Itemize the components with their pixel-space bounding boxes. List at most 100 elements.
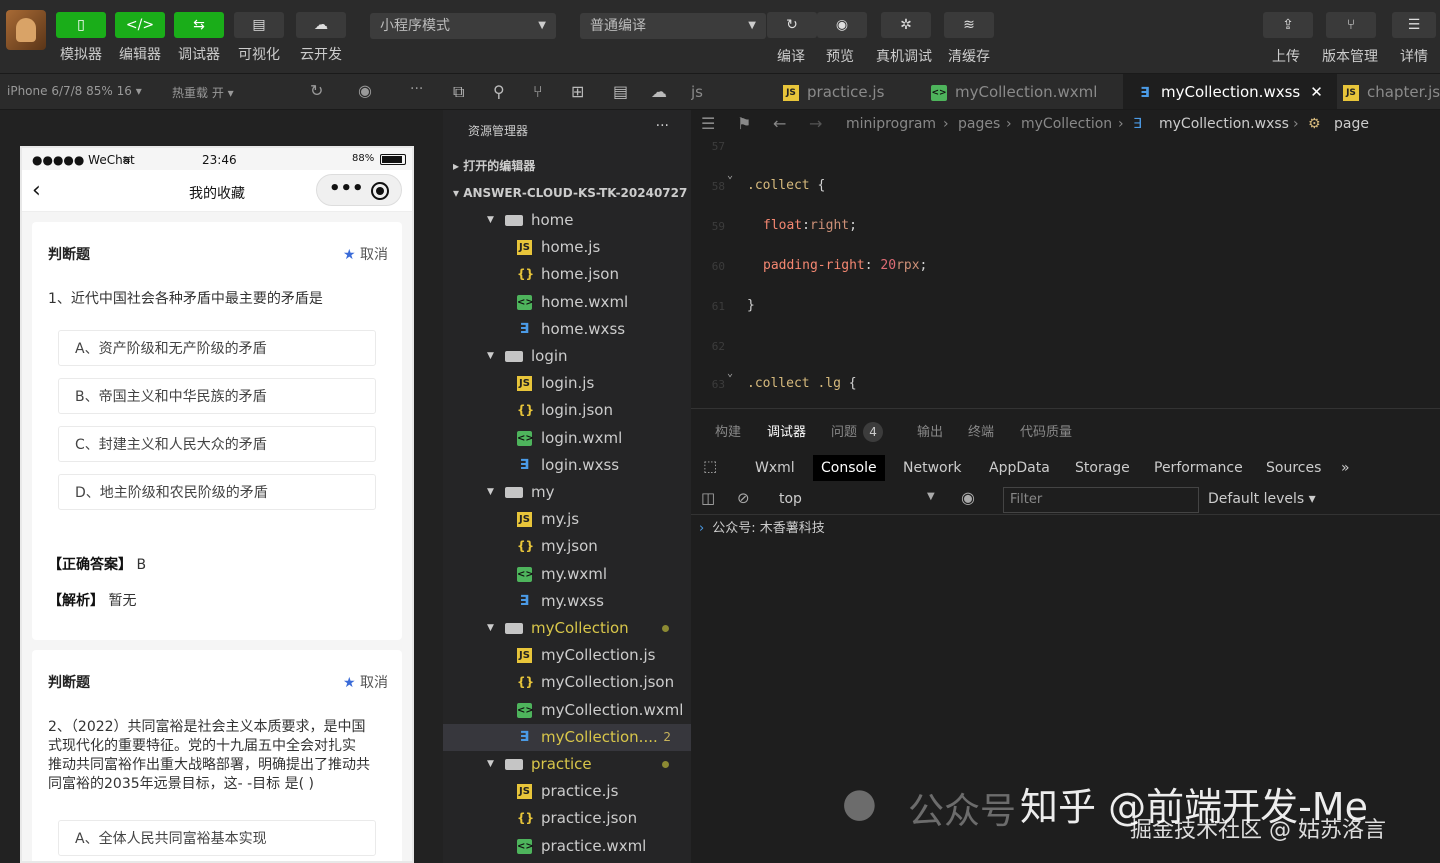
crumb-item[interactable]: myCollection [1021,110,1112,138]
more-icon[interactable]: ··· [410,81,423,97]
panel-wxml[interactable]: Wxml [747,455,803,481]
file-row[interactable]: {} login.json [443,397,691,424]
crumb-item[interactable]: page [1334,110,1369,138]
search-icon[interactable]: ⚲ [493,82,505,101]
crumb-item[interactable]: pages [958,110,1000,138]
file-row[interactable]: JS home.js [443,234,691,261]
save-icon[interactable]: ▤ [613,82,628,101]
visual-button[interactable]: ▤ 可视化 [234,12,284,68]
panel-performance[interactable]: Performance [1146,455,1251,481]
tab-build[interactable]: 构建 [715,421,741,440]
file-row[interactable]: JS my.js [443,506,691,533]
file-row[interactable]: JS myCollection.js [443,642,691,669]
folder-row[interactable]: ▼ login [443,343,691,370]
hotreload-select[interactable]: 热重载 开 ▾ [172,84,234,101]
compile-select[interactable]: 普通编译 ▼ [580,13,766,39]
panel-appdata[interactable]: AppData [981,455,1058,481]
tab-terminal[interactable]: 终端 [968,421,994,440]
tab-code-quality[interactable]: 代码质量 [1020,421,1072,440]
preview-button[interactable]: ◉ [817,12,867,38]
cancel-favorite-button[interactable]: ★ 取消 [343,672,388,692]
close-target-icon[interactable] [371,182,389,200]
file-row[interactable]: ∃ myCollection.... 2 [443,723,691,751]
panel-sources[interactable]: Sources [1258,455,1329,481]
file-row[interactable]: {} myCollection.json [443,669,691,696]
list-icon[interactable]: ☰ [701,110,715,138]
compile-button[interactable]: ↻ [767,12,817,38]
folder-row[interactable]: ▼ practice [443,751,691,778]
files-icon[interactable]: ⧉ [453,82,464,102]
crumb-item[interactable]: myCollection.wxss [1159,110,1289,138]
mode-select[interactable]: 小程序模式 ▼ [370,13,556,39]
cloud-dev-button[interactable]: ☁ 云开发 [296,12,346,68]
file-row[interactable]: {} home.json [443,261,691,288]
log-levels-select[interactable]: Default levels ▾ [1208,491,1316,507]
simulator-button[interactable]: ▯ 模拟器 [56,12,106,68]
tab-debugger[interactable]: 调试器 [767,421,806,440]
tab-mycollection-wxss[interactable]: ∃ myCollection.wxss ✕ [1123,74,1337,109]
chevron-down-icon[interactable]: ▼ [487,207,494,234]
chevron-down-icon[interactable]: ▼ [487,751,494,778]
file-row[interactable]: {} practice.json [443,805,691,832]
extensions-icon[interactable]: ⊞ [571,82,584,101]
version-button[interactable]: ⑂ [1326,12,1376,38]
chevron-down-icon[interactable]: ▼ [487,615,494,642]
tab-practice-js[interactable]: JS practice.js [783,74,884,109]
cancel-favorite-button[interactable]: ★ 取消 [343,244,388,264]
chevron-down-icon[interactable]: ▼ [927,491,935,502]
more-icon[interactable]: ··· [656,118,669,134]
sidebar-toggle-icon[interactable]: ◫ [701,489,715,507]
back-arrow-icon[interactable]: ← [773,110,786,138]
editor-button[interactable]: </> 编辑器 [115,12,165,68]
file-row[interactable]: <> my.wxml [443,561,691,588]
more-dots-icon[interactable]: ••• [329,178,364,199]
file-row[interactable]: <> home.wxml [443,289,691,316]
user-avatar[interactable] [6,10,46,50]
device-select[interactable]: iPhone 6/7/8 85% 16 ▾ [7,84,142,98]
clear-console-icon[interactable]: ⊘ [737,489,750,507]
remote-debug-button[interactable]: ✲ [881,12,931,38]
forward-arrow-icon[interactable]: → [809,110,822,138]
chevron-down-icon[interactable]: ▼ [487,343,494,370]
fold-icon[interactable]: ⌄ [727,368,733,379]
cloud-fn-icon[interactable]: ☁ [651,82,667,101]
close-icon[interactable]: ✕ [1310,83,1323,101]
bookmark-icon[interactable]: ⚑ [737,110,751,138]
file-row[interactable]: ∃ my.wxss [443,588,691,615]
fold-icon[interactable]: ⌄ [727,170,733,181]
option-b[interactable]: B、帝国主义和中华民族的矛盾 [58,378,376,414]
file-row[interactable]: <> practice.wxml [443,833,691,860]
file-row[interactable]: JS practice.js [443,778,691,805]
option-a[interactable]: A、全体人民共同富裕基本实现 [58,820,376,856]
open-editors-section[interactable]: ▸ 打开的编辑器 [443,153,691,180]
option-c[interactable]: C、封建主义和人民大众的矛盾 [58,426,376,462]
upload-button[interactable]: ⇪ [1263,12,1313,38]
file-row[interactable]: <> myCollection.wxml [443,697,691,724]
record-icon[interactable]: ◉ [358,81,372,100]
option-d[interactable]: D、地主阶级和农民阶级的矛盾 [58,474,376,510]
folder-row[interactable]: ▼ home [443,207,691,234]
file-row[interactable]: <> login.wxml [443,425,691,452]
inspect-icon[interactable]: ⬚ [703,457,717,475]
project-section[interactable]: ▾ ANSWER-CLOUD-KS-TK-20240727 [443,180,691,207]
folder-row[interactable]: ▼ myCollection [443,615,691,642]
rotate-icon[interactable]: ↻ [310,81,323,100]
tab-chapter-js[interactable]: JS chapter.js [1343,74,1440,109]
code-editor[interactable]: 57 58 59 60 61 62 63 ⌄ .collect { float:… [691,138,1440,408]
file-row[interactable]: JS login.js [443,370,691,397]
file-row[interactable]: {} my.json [443,533,691,560]
eye-icon[interactable]: ◉ [961,488,975,507]
filter-input[interactable]: Filter [1003,487,1199,513]
panel-storage[interactable]: Storage [1067,455,1138,481]
panel-network[interactable]: Network [895,455,969,481]
tab-mycollection-wxml[interactable]: <> myCollection.wxml [931,74,1097,109]
git-icon[interactable]: ⑂ [533,82,543,101]
details-button[interactable]: ☰ [1392,12,1436,38]
file-row[interactable]: ∃ home.wxss [443,316,691,343]
more-panels-icon[interactable]: » [1333,455,1358,481]
file-row[interactable]: ∃ login.wxss [443,452,691,479]
tab-problems[interactable]: 问题 4 [831,421,884,442]
tab-js[interactable]: js [691,74,703,109]
debugger-button[interactable]: ⇆ 调试器 [174,12,224,68]
panel-console[interactable]: Console [813,455,885,481]
